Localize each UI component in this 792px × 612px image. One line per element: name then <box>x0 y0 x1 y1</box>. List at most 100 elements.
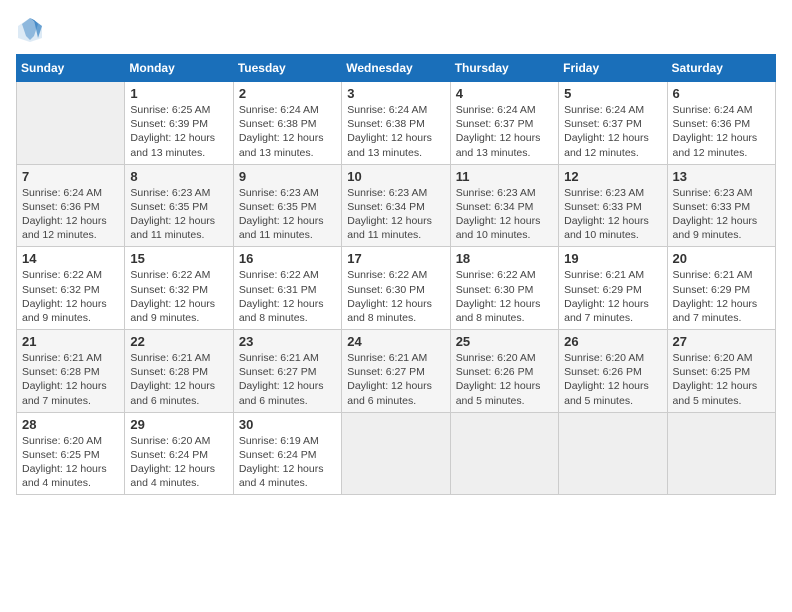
day-info: Sunrise: 6:24 AM Sunset: 6:36 PM Dayligh… <box>673 103 770 160</box>
calendar-cell <box>559 412 667 495</box>
calendar-cell: 22 Sunrise: 6:21 AM Sunset: 6:28 PM Dayli… <box>125 330 233 413</box>
calendar-cell: 24 Sunrise: 6:21 AM Sunset: 6:27 PM Dayli… <box>342 330 450 413</box>
day-number: 6 <box>673 86 770 101</box>
day-number: 26 <box>564 334 661 349</box>
day-info: Sunrise: 6:25 AM Sunset: 6:39 PM Dayligh… <box>130 103 227 160</box>
day-number: 8 <box>130 169 227 184</box>
calendar-cell: 2Sunrise: 6:24 AM Sunset: 6:38 PM Daylig… <box>233 82 341 165</box>
day-info: Sunrise: 6:24 AM Sunset: 6:37 PM Dayligh… <box>564 103 661 160</box>
calendar-cell: 13 Sunrise: 6:23 AM Sunset: 6:33 PM Dayli… <box>667 164 775 247</box>
calendar-cell: 29 Sunrise: 6:20 AM Sunset: 6:24 PM Dayli… <box>125 412 233 495</box>
day-number: 13 <box>673 169 770 184</box>
day-info: Sunrise: 6:24 AM Sunset: 6:38 PM Dayligh… <box>239 103 336 160</box>
calendar-cell: 15 Sunrise: 6:22 AM Sunset: 6:32 PM Dayli… <box>125 247 233 330</box>
calendar-cell: 5 Sunrise: 6:24 AM Sunset: 6:37 PM Daylig… <box>559 82 667 165</box>
day-number: 5 <box>564 86 661 101</box>
day-number: 29 <box>130 417 227 432</box>
calendar-cell: 6 Sunrise: 6:24 AM Sunset: 6:36 PM Daylig… <box>667 82 775 165</box>
day-number: 22 <box>130 334 227 349</box>
day-info: Sunrise: 6:21 AM Sunset: 6:28 PM Dayligh… <box>22 351 119 408</box>
day-number: 17 <box>347 251 444 266</box>
day-header-saturday: Saturday <box>667 55 775 82</box>
day-number: 19 <box>564 251 661 266</box>
day-info: Sunrise: 6:22 AM Sunset: 6:31 PM Dayligh… <box>239 268 336 325</box>
day-info: Sunrise: 6:21 AM Sunset: 6:27 PM Dayligh… <box>239 351 336 408</box>
day-info: Sunrise: 6:20 AM Sunset: 6:24 PM Dayligh… <box>130 434 227 491</box>
day-header-wednesday: Wednesday <box>342 55 450 82</box>
calendar-week-4: 21 Sunrise: 6:21 AM Sunset: 6:28 PM Dayli… <box>17 330 776 413</box>
calendar-cell: 23 Sunrise: 6:21 AM Sunset: 6:27 PM Dayli… <box>233 330 341 413</box>
day-number: 27 <box>673 334 770 349</box>
calendar-cell: 1 Sunrise: 6:25 AM Sunset: 6:39 PM Daylig… <box>125 82 233 165</box>
day-number: 16 <box>239 251 336 266</box>
calendar-cell: 9 Sunrise: 6:23 AM Sunset: 6:35 PM Daylig… <box>233 164 341 247</box>
day-info: Sunrise: 6:21 AM Sunset: 6:28 PM Dayligh… <box>130 351 227 408</box>
day-info: Sunrise: 6:23 AM Sunset: 6:35 PM Dayligh… <box>239 186 336 243</box>
day-info: Sunrise: 6:20 AM Sunset: 6:26 PM Dayligh… <box>456 351 553 408</box>
calendar-cell: 20 Sunrise: 6:21 AM Sunset: 6:29 PM Dayli… <box>667 247 775 330</box>
day-info: Sunrise: 6:23 AM Sunset: 6:34 PM Dayligh… <box>347 186 444 243</box>
calendar-week-5: 28 Sunrise: 6:20 AM Sunset: 6:25 PM Dayli… <box>17 412 776 495</box>
day-info: Sunrise: 6:23 AM Sunset: 6:33 PM Dayligh… <box>673 186 770 243</box>
day-header-monday: Monday <box>125 55 233 82</box>
day-number: 25 <box>456 334 553 349</box>
day-number: 23 <box>239 334 336 349</box>
day-number: 18 <box>456 251 553 266</box>
day-number: 10 <box>347 169 444 184</box>
calendar-cell: 19 Sunrise: 6:21 AM Sunset: 6:29 PM Dayli… <box>559 247 667 330</box>
day-info: Sunrise: 6:20 AM Sunset: 6:25 PM Dayligh… <box>673 351 770 408</box>
day-number: 20 <box>673 251 770 266</box>
calendar-week-1: 1 Sunrise: 6:25 AM Sunset: 6:39 PM Daylig… <box>17 82 776 165</box>
day-info: Sunrise: 6:21 AM Sunset: 6:29 PM Dayligh… <box>564 268 661 325</box>
day-info: Sunrise: 6:24 AM Sunset: 6:36 PM Dayligh… <box>22 186 119 243</box>
day-number: 9 <box>239 169 336 184</box>
day-info: Sunrise: 6:23 AM Sunset: 6:33 PM Dayligh… <box>564 186 661 243</box>
calendar-cell: 10 Sunrise: 6:23 AM Sunset: 6:34 PM Dayli… <box>342 164 450 247</box>
day-number: 21 <box>22 334 119 349</box>
day-info: Sunrise: 6:24 AM Sunset: 6:37 PM Dayligh… <box>456 103 553 160</box>
day-header-sunday: Sunday <box>17 55 125 82</box>
calendar-cell <box>17 82 125 165</box>
day-number: 11 <box>456 169 553 184</box>
day-info: Sunrise: 6:22 AM Sunset: 6:32 PM Dayligh… <box>130 268 227 325</box>
day-header-friday: Friday <box>559 55 667 82</box>
calendar-cell: 26 Sunrise: 6:20 AM Sunset: 6:26 PM Dayli… <box>559 330 667 413</box>
day-header-thursday: Thursday <box>450 55 558 82</box>
day-header-tuesday: Tuesday <box>233 55 341 82</box>
day-number: 30 <box>239 417 336 432</box>
calendar-cell: 17 Sunrise: 6:22 AM Sunset: 6:30 PM Dayli… <box>342 247 450 330</box>
day-number: 28 <box>22 417 119 432</box>
calendar-cell: 21 Sunrise: 6:21 AM Sunset: 6:28 PM Dayli… <box>17 330 125 413</box>
calendar-cell: 3Sunrise: 6:24 AM Sunset: 6:38 PM Daylig… <box>342 82 450 165</box>
day-info: Sunrise: 6:22 AM Sunset: 6:30 PM Dayligh… <box>456 268 553 325</box>
calendar-cell: 14Sunrise: 6:22 AM Sunset: 6:32 PM Dayli… <box>17 247 125 330</box>
day-info: Sunrise: 6:20 AM Sunset: 6:25 PM Dayligh… <box>22 434 119 491</box>
calendar-cell: 27 Sunrise: 6:20 AM Sunset: 6:25 PM Dayli… <box>667 330 775 413</box>
day-info: Sunrise: 6:21 AM Sunset: 6:29 PM Dayligh… <box>673 268 770 325</box>
calendar-cell: 16 Sunrise: 6:22 AM Sunset: 6:31 PM Dayli… <box>233 247 341 330</box>
calendar-week-3: 14Sunrise: 6:22 AM Sunset: 6:32 PM Dayli… <box>17 247 776 330</box>
day-number: 24 <box>347 334 444 349</box>
calendar-cell: 12 Sunrise: 6:23 AM Sunset: 6:33 PM Dayli… <box>559 164 667 247</box>
logo <box>16 16 48 44</box>
day-info: Sunrise: 6:23 AM Sunset: 6:35 PM Dayligh… <box>130 186 227 243</box>
day-number: 7 <box>22 169 119 184</box>
calendar-table: SundayMondayTuesdayWednesdayThursdayFrid… <box>16 54 776 495</box>
calendar-cell: 11Sunrise: 6:23 AM Sunset: 6:34 PM Dayli… <box>450 164 558 247</box>
day-info: Sunrise: 6:22 AM Sunset: 6:32 PM Dayligh… <box>22 268 119 325</box>
day-info: Sunrise: 6:21 AM Sunset: 6:27 PM Dayligh… <box>347 351 444 408</box>
logo-icon <box>16 16 44 44</box>
calendar-header: SundayMondayTuesdayWednesdayThursdayFrid… <box>17 55 776 82</box>
day-info: Sunrise: 6:22 AM Sunset: 6:30 PM Dayligh… <box>347 268 444 325</box>
calendar-cell: 8 Sunrise: 6:23 AM Sunset: 6:35 PM Daylig… <box>125 164 233 247</box>
day-info: Sunrise: 6:20 AM Sunset: 6:26 PM Dayligh… <box>564 351 661 408</box>
calendar-cell <box>667 412 775 495</box>
day-number: 4 <box>456 86 553 101</box>
calendar-cell: 25 Sunrise: 6:20 AM Sunset: 6:26 PM Dayli… <box>450 330 558 413</box>
day-number: 12 <box>564 169 661 184</box>
day-number: 1 <box>130 86 227 101</box>
calendar-cell: 7 Sunrise: 6:24 AM Sunset: 6:36 PM Daylig… <box>17 164 125 247</box>
day-info: Sunrise: 6:24 AM Sunset: 6:38 PM Dayligh… <box>347 103 444 160</box>
day-number: 15 <box>130 251 227 266</box>
calendar-cell: 18 Sunrise: 6:22 AM Sunset: 6:30 PM Dayli… <box>450 247 558 330</box>
